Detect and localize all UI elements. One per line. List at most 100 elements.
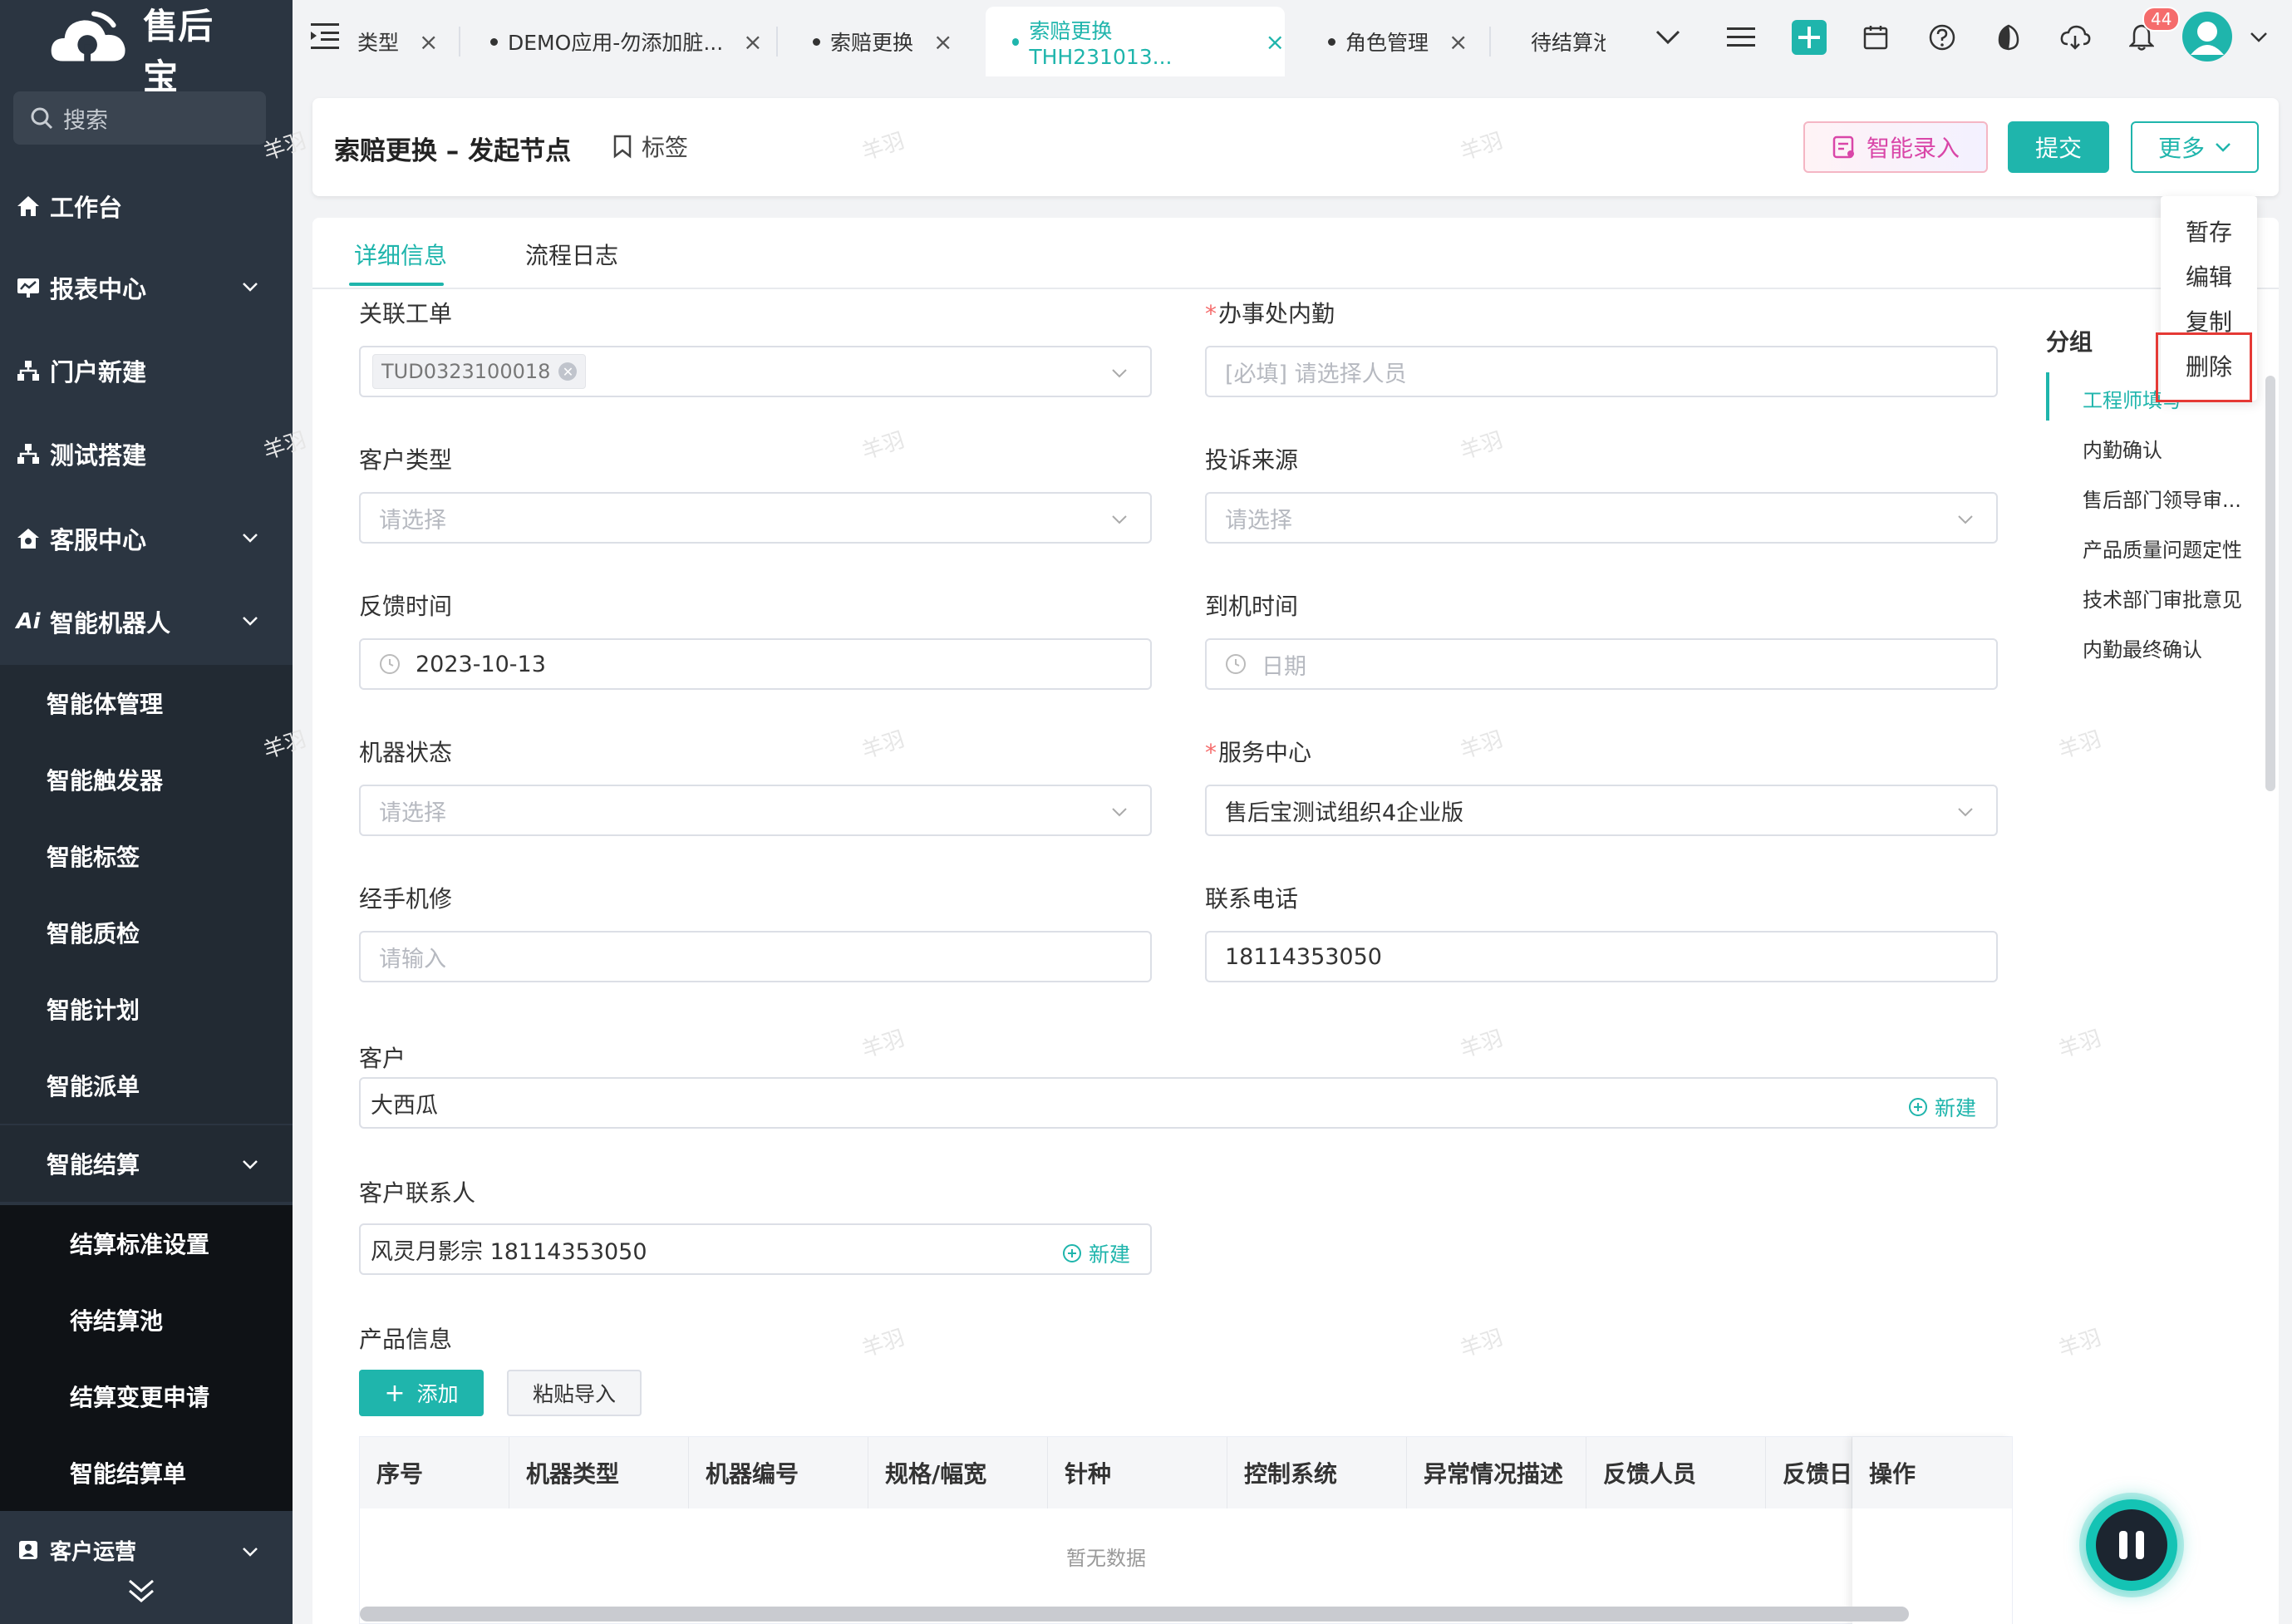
phone-input[interactable]: 18114353050 xyxy=(1205,931,1998,982)
sidebar-item-service-center[interactable]: 客服中心 xyxy=(0,499,293,578)
add-product-button[interactable]: + 添加 xyxy=(359,1370,484,1416)
org-tree-icon xyxy=(13,442,43,465)
required-mark: * xyxy=(1205,300,1217,327)
paste-import-button[interactable]: 粘贴导入 xyxy=(507,1370,642,1416)
chevron-down-icon xyxy=(1958,808,1973,817)
sidebar-sub-quality[interactable]: 智能质检 xyxy=(0,894,293,971)
notification-badge: 44 xyxy=(2142,7,2181,32)
vertical-scrollbar[interactable] xyxy=(2265,376,2275,791)
sidebar-sub-dispatch[interactable]: 智能派单 xyxy=(0,1047,293,1124)
service-center-select[interactable]: 售后宝测试组织4企业版 xyxy=(1205,785,1998,836)
sidebar-sub-plan[interactable]: 智能计划 xyxy=(0,971,293,1047)
menu-item-save-draft[interactable]: 暂存 xyxy=(2186,214,2232,248)
tab-pending-settle[interactable]: 待结算池 xyxy=(1521,7,1606,76)
menu-item-edit[interactable]: 编辑 xyxy=(2186,259,2232,293)
group-active-indicator xyxy=(2046,372,2049,421)
user-avatar[interactable] xyxy=(2181,10,2234,63)
sidebar-sub-pending-pool[interactable]: 待结算池 xyxy=(0,1282,293,1358)
sidebar: 售后宝 搜索 工作台 报表中心 门户新建 测试搭建 客服中心 Ai 智能机器人 … xyxy=(0,0,293,1624)
tab-role-mgmt[interactable]: 角色管理 × xyxy=(1328,7,1468,76)
tab-process-log[interactable]: 流程日志 xyxy=(525,238,618,271)
sidebar-item-portal[interactable]: 门户新建 xyxy=(0,331,293,411)
horizontal-scrollbar[interactable] xyxy=(360,1607,1909,1622)
office-staff-select[interactable]: [必填] 请选择人员 xyxy=(1205,346,1998,397)
avatar-chevron-icon[interactable] xyxy=(2242,17,2275,58)
sidebar-sub-tags[interactable]: 智能标签 xyxy=(0,818,293,894)
sidebar-sub-label: 智能计划 xyxy=(47,997,140,1024)
chevron-down-icon xyxy=(2216,143,2231,152)
smart-entry-button[interactable]: 智能录入 xyxy=(1803,121,1988,173)
contact-select[interactable]: 风灵月影宗 18114353050 新建 xyxy=(359,1223,1152,1275)
chevron-down-icon xyxy=(1112,369,1127,378)
sidebar-item-reports[interactable]: 报表中心 xyxy=(0,248,293,327)
sidebar-sub-settle-standard[interactable]: 结算标准设置 xyxy=(0,1205,293,1282)
linked-order-chip: TUD0323100018 ✕ xyxy=(372,354,587,389)
machine-status-select[interactable]: 请选择 xyxy=(359,785,1152,836)
new-link-label: 新建 xyxy=(1088,1243,1130,1267)
smart-entry-label: 智能录入 xyxy=(1866,135,1960,162)
plus-circle-icon xyxy=(1908,1098,1927,1116)
close-icon[interactable]: × xyxy=(1266,28,1285,56)
close-icon[interactable]: × xyxy=(933,28,952,56)
sidebar-sub-trigger[interactable]: 智能触发器 xyxy=(0,741,293,818)
tag-button[interactable]: 标签 xyxy=(612,130,688,163)
help-icon[interactable] xyxy=(1921,17,1963,58)
linked-order-select[interactable]: TUD0323100018 ✕ xyxy=(359,346,1152,397)
cloud-download-icon[interactable] xyxy=(2054,17,2096,58)
tag-label: 标签 xyxy=(642,134,689,161)
customer-select[interactable]: 大西瓜 新建 xyxy=(359,1077,1998,1129)
tabs-dropdown-icon[interactable] xyxy=(1647,17,1689,58)
theme-icon[interactable] xyxy=(1988,17,2029,58)
floating-pause-button[interactable] xyxy=(2086,1499,2177,1591)
group-item-final-confirm[interactable]: 内勤最终确认 xyxy=(2083,633,2202,662)
tab-claim-replace[interactable]: 索赔更换 × xyxy=(813,7,952,76)
submit-button[interactable]: 提交 xyxy=(2008,121,2109,173)
more-label: 更多 xyxy=(2157,135,2205,162)
feedback-time-picker[interactable]: 2023-10-13 xyxy=(359,638,1152,690)
group-item-dept-review[interactable]: 售后部门领导审... xyxy=(2083,484,2241,513)
notification-bell-icon[interactable]: 44 xyxy=(2121,7,2181,58)
add-new-icon[interactable] xyxy=(1788,17,1830,58)
collapse-double-chevron-icon[interactable] xyxy=(125,1576,158,1606)
chip-close-icon[interactable]: ✕ xyxy=(558,362,578,381)
group-item-quality-issue[interactable]: 产品质量问题定性 xyxy=(2083,534,2242,563)
close-icon[interactable]: × xyxy=(1448,28,1468,56)
tab-label: 索赔更换 THH231013... xyxy=(1029,18,1173,69)
arrival-time-picker[interactable]: 日期 xyxy=(1205,638,1998,690)
sidebar-item-label: 测试搭建 xyxy=(50,441,147,470)
sidebar-item-test-build[interactable]: 测试搭建 xyxy=(0,414,293,494)
page-header: 索赔更换 – 发起节点 标签 智能录入 提交 更多 xyxy=(312,98,2279,196)
contact-card-icon xyxy=(13,1539,43,1561)
delete-highlight-box xyxy=(2156,332,2252,402)
customer-type-select[interactable]: 请选择 xyxy=(359,492,1152,544)
customer-new-link[interactable]: 新建 xyxy=(1908,1092,1976,1122)
tab-type[interactable]: 类型 × xyxy=(357,7,438,76)
tab-claim-replace-detail[interactable]: 索赔更换 THH231013... × xyxy=(986,7,1285,76)
close-icon[interactable]: × xyxy=(743,28,762,56)
close-icon[interactable]: × xyxy=(419,28,438,56)
tab-label: 类型 xyxy=(357,31,400,55)
handler-input[interactable]: 请输入 xyxy=(359,931,1152,982)
group-item-tech-approval[interactable]: 技术部门审批意见 xyxy=(2083,583,2242,613)
calendar-icon[interactable] xyxy=(1855,17,1896,58)
sidebar-sub-change-request[interactable]: 结算变更申请 xyxy=(0,1358,293,1435)
feedback-time-label: 反馈时间 xyxy=(359,593,453,620)
sidebar-sub-settlement[interactable]: 智能结算 xyxy=(0,1125,293,1202)
menu-fold-icon[interactable] xyxy=(311,22,342,50)
complaint-source-select[interactable]: 请选择 xyxy=(1205,492,1998,544)
sidebar-item-smart-robot[interactable]: Ai 智能机器人 xyxy=(0,582,293,662)
more-button[interactable]: 更多 xyxy=(2131,121,2259,173)
tab-demo-app[interactable]: DEMO应用-勿添加脏... × xyxy=(490,7,763,76)
customer-type-placeholder: 请选择 xyxy=(379,507,446,534)
app-logo[interactable]: 售后宝 xyxy=(47,6,246,97)
sidebar-sub-settle-bill[interactable]: 智能结算单 xyxy=(0,1435,293,1511)
group-item-staff-confirm[interactable]: 内勤确认 xyxy=(2083,434,2162,463)
contact-new-link[interactable]: 新建 xyxy=(1062,1238,1130,1268)
product-label: 产品信息 xyxy=(359,1326,453,1353)
tab-detail-info[interactable]: 详细信息 xyxy=(354,238,447,271)
list-menu-icon[interactable] xyxy=(1720,17,1762,58)
sidebar-search[interactable]: 搜索 xyxy=(13,91,266,145)
group-nav-title: 分组 xyxy=(2046,328,2093,356)
sidebar-item-workbench[interactable]: 工作台 xyxy=(0,166,293,246)
sidebar-sub-agent-mgmt[interactable]: 智能体管理 xyxy=(0,665,293,741)
